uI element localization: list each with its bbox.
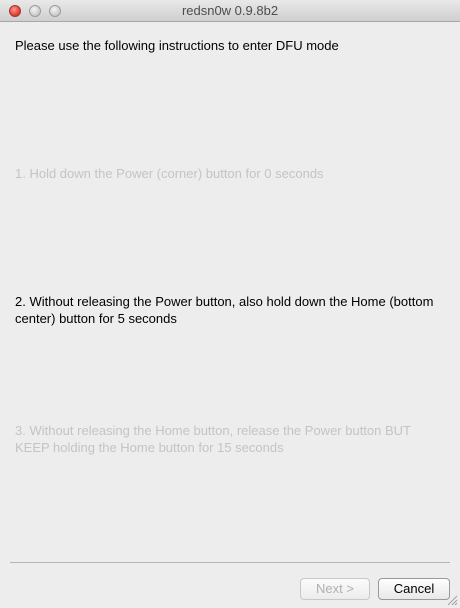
footer-divider: [10, 562, 450, 563]
redsn0w-window: redsn0w 0.9.8b2 Please use the following…: [0, 0, 460, 608]
cancel-button[interactable]: Cancel: [378, 578, 450, 600]
instructions-heading: Please use the following instructions to…: [15, 38, 339, 53]
window-title: redsn0w 0.9.8b2: [181, 3, 279, 18]
step-2-instruction: 2. Without releasing the Power button, a…: [15, 294, 434, 326]
resize-grip-icon[interactable]: [447, 595, 458, 606]
step-3-instruction: 3. Without releasing the Home button, re…: [15, 423, 411, 455]
title-bar[interactable]: redsn0w 0.9.8b2: [0, 0, 460, 22]
step-1-instruction: 1. Hold down the Power (corner) button f…: [15, 166, 324, 181]
next-button[interactable]: Next >: [300, 578, 370, 600]
